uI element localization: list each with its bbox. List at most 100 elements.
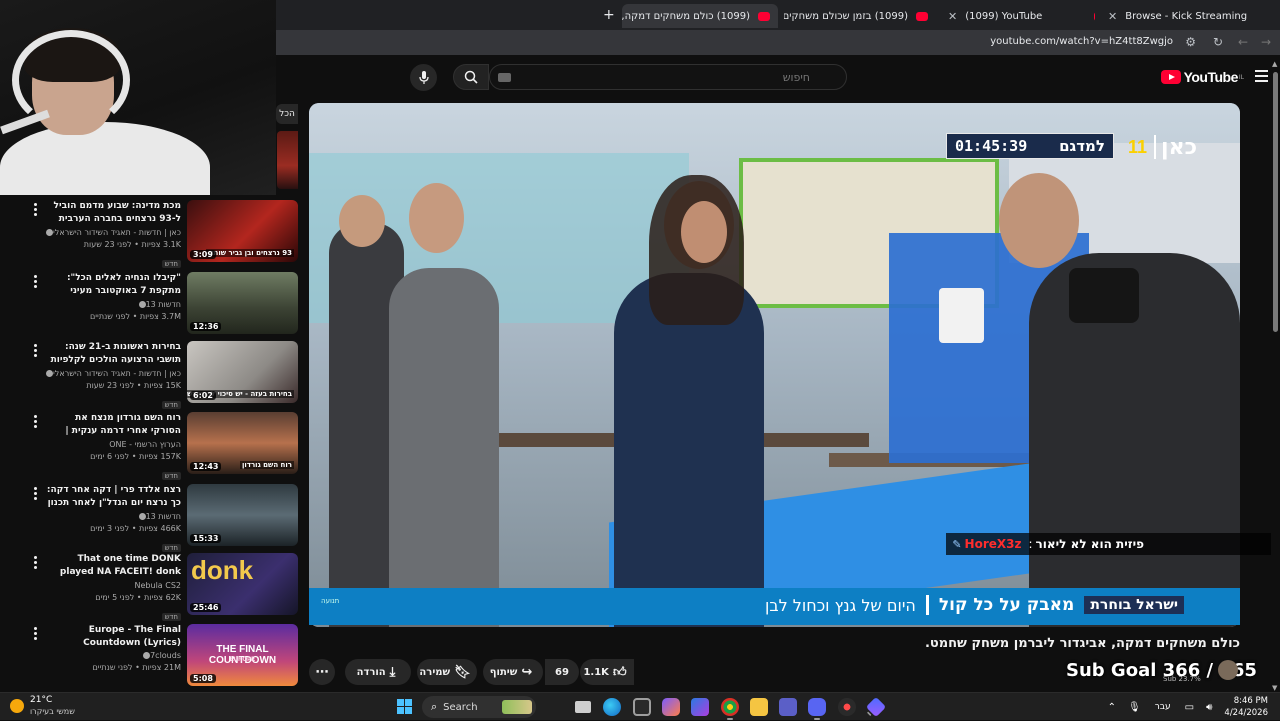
video-thumbnail[interactable]: רוח השם גורדון 12:43 — [187, 412, 298, 474]
more-options-icon[interactable] — [34, 415, 38, 428]
dislike-button[interactable]: 69 — [545, 659, 579, 685]
like-count: 1.1K — [583, 666, 609, 678]
video-thumbnail[interactable]: donk 25:46 — [187, 553, 298, 615]
verified-badge-icon — [138, 513, 146, 520]
more-options-icon[interactable] — [34, 275, 38, 288]
back-icon[interactable]: ← — [1238, 35, 1248, 49]
video-thumbnail[interactable]: 12:36 — [187, 272, 298, 334]
search-field — [489, 64, 847, 90]
chat-username: HoreX3z — [964, 537, 1022, 551]
forward-icon[interactable]: → — [1261, 35, 1271, 49]
app-diamond-icon[interactable] — [865, 696, 887, 718]
more-options-icon[interactable] — [34, 487, 38, 500]
recommendation-item[interactable]: 93 נרצחים ובן גביר שותק 3:09 מכת מדינה: שב… — [0, 200, 300, 268]
weather-widget[interactable]: 21°C שמשי בעיקרו — [10, 695, 75, 717]
recommendation-item[interactable]: 15:33 רצח אלדד פרי | דקה אחר דקה: כך נרצח… — [0, 484, 300, 552]
video-title[interactable]: רצח אלדד פרי | דקה אחר דקה: כך נרצח יום … — [44, 484, 181, 511]
chrome-icon[interactable] — [721, 698, 739, 720]
page-scrollbar[interactable]: ▲ ▼ — [1271, 60, 1280, 692]
reload-icon[interactable]: ↻ — [1213, 35, 1223, 49]
channel-name: כאן | חדשות - תאגיד השידור הישראלי — [44, 368, 181, 380]
tab-youtube-home[interactable]: ✕ (1099) YouTube — [940, 4, 1095, 28]
store-icon[interactable] — [633, 698, 651, 716]
network-icon[interactable]: ▭ — [1185, 702, 1194, 713]
recommendation-item[interactable]: THE FINAL COUNTDOWN EUROPE 5:08 Europe - Th… — [0, 624, 300, 690]
more-options-icon[interactable] — [34, 556, 38, 569]
video-title[interactable]: רוח השם גורדון מנצח את הסורקי אחרי דרמה … — [44, 412, 181, 439]
obs-icon[interactable] — [838, 698, 856, 716]
close-tab-icon[interactable]: ✕ — [1108, 10, 1117, 23]
youtube-logo[interactable]: YouTube IL — [1160, 69, 1244, 85]
like-button[interactable]: 1.1K 👍︎ — [580, 659, 634, 685]
hamburger-menu-icon[interactable] — [1255, 70, 1268, 82]
tab-youtube-video-2[interactable]: (1099) בזמן שכולם משחקים דמ ✕ — [784, 4, 936, 28]
save-button[interactable]: 🔖︎ שמירה — [417, 659, 477, 685]
scroll-down-icon[interactable]: ▼ — [1272, 684, 1277, 692]
download-button[interactable]: ⤓ הורדה — [345, 659, 411, 685]
streamer-webcam — [0, 0, 276, 195]
video-title[interactable]: "קיבלו הנחיה לאלים הכל": מתקפת 7 באוקטוב… — [44, 272, 181, 299]
video-thumbnail[interactable]: בחירות בעזה - יש סיכוי להתחדשות? 6:02 — [187, 341, 298, 403]
chevron-up-icon[interactable]: ⌃ — [1108, 702, 1116, 713]
sub-goal-detail: Sub 23.7% — [1163, 675, 1201, 683]
taskbar-search[interactable]: ⌕ Search — [422, 696, 536, 718]
recommendation-item[interactable]: 12:36 "קיבלו הנחיה לאלים הכל": מתקפת 7 בא… — [0, 272, 300, 338]
discord-icon[interactable] — [808, 698, 826, 720]
teams-icon[interactable] — [779, 698, 797, 716]
windows-taskbar: 21°C שמשי בעיקרו ⌕ Search ⌃ 🎙︎ עבר ▭ 🔊︎ … — [0, 692, 1280, 720]
video-duration: 25:46 — [190, 603, 222, 612]
lower-third-subline: היום של גנץ וכחול לבן — [765, 595, 916, 615]
search-input[interactable] — [490, 65, 846, 89]
file-explorer-icon[interactable] — [750, 698, 768, 716]
youtube-play-icon — [1160, 70, 1181, 84]
more-actions-button[interactable]: ⋯ — [309, 659, 335, 685]
video-thumbnail[interactable]: THE FINAL COUNTDOWN EUROPE 5:08 — [187, 624, 298, 686]
video-duration: 12:43 — [190, 462, 222, 471]
scrollbar-thumb[interactable] — [1273, 72, 1278, 332]
share-button[interactable]: ↪ שיתוף — [483, 659, 543, 685]
edge-icon[interactable] — [603, 698, 621, 716]
recommendation-item[interactable]: רוח השם גורדון 12:43 רוח השם גורדון מנצח א… — [0, 412, 300, 480]
video-title: כולם משחקים דמקה, אביגדור ליברמן משחק שח… — [924, 636, 1240, 651]
scroll-up-icon[interactable]: ▲ — [1272, 60, 1277, 68]
youtube-icon — [758, 11, 770, 21]
video-thumbnail[interactable]: 15:33 — [187, 484, 298, 546]
video-title[interactable]: Europe - The Final Countdown (Lyrics) — [44, 624, 181, 650]
voice-search-button[interactable] — [410, 64, 437, 91]
channel-avatar[interactable] — [1218, 660, 1238, 680]
video-thumbnail[interactable]: 93 נרצחים ובן גביר שותק 3:09 — [187, 200, 298, 262]
task-view-icon[interactable] — [575, 701, 591, 713]
countdown-label: למדגם — [1059, 137, 1105, 155]
tab-kick[interactable]: ✕ Browse - Kick Streaming — [1100, 4, 1250, 28]
microphone-icon[interactable]: 🎙︎ — [1128, 702, 1141, 713]
design-app-icon[interactable] — [691, 698, 709, 716]
close-tab-icon[interactable]: ✕ — [948, 10, 957, 23]
partial-thumbnail[interactable] — [277, 131, 298, 189]
windows-start-icon[interactable] — [397, 699, 412, 714]
url-field[interactable]: youtube.com/watch?v=hZ4tt8Zwgjo — [990, 36, 1173, 47]
video-meta: 157K צפיות • לפני 6 ימים — [90, 452, 181, 461]
more-options-icon[interactable] — [34, 344, 38, 357]
video-title[interactable]: בחירות ראשונות ב-21 שנה: תושבי הרצועה הו… — [44, 341, 181, 368]
copilot-icon[interactable] — [662, 698, 680, 716]
pencil-icon: ✎ — [952, 537, 962, 551]
tab-title: (1099) YouTube — [965, 10, 1043, 22]
lower-third-tag: ישראל בוחרת — [1084, 596, 1184, 614]
video-title[interactable]: That one time DONK played NA FACEIT! don… — [44, 553, 181, 580]
input-language[interactable]: עבר — [1155, 702, 1171, 712]
video-duration: 6:02 — [190, 391, 216, 400]
site-controls-icon[interactable]: ⚙ — [1185, 35, 1196, 49]
volume-icon[interactable]: 🔊︎ — [1206, 702, 1212, 713]
video-title[interactable]: מכת מדינה: שבוע מדמם הוביל ל-93 נרצחים ב… — [44, 200, 181, 227]
more-options-icon[interactable] — [34, 203, 38, 216]
recommendation-item[interactable]: donk 25:46 That one time DONK played NA FA… — [0, 553, 300, 621]
recommendation-item[interactable]: בחירות בעזה - יש סיכוי להתחדשות? 6:02 בחיר… — [0, 341, 300, 409]
more-options-icon[interactable] — [34, 627, 38, 640]
new-tab-button[interactable]: + — [603, 7, 615, 23]
filter-chip-all[interactable]: הכל — [276, 104, 298, 124]
taskbar-clock[interactable]: 8:46 PM 4/24/2026 — [1224, 695, 1268, 719]
countdown-overlay: למדגם 01:45:39 — [946, 133, 1114, 159]
system-tray: ⌃ 🎙︎ עבר ▭ 🔊︎ 8:46 PM 4/24/2026 — [1102, 693, 1268, 721]
tab-youtube-video-active[interactable]: (1099) כולם משחקים דמקה, אב ✕ — [622, 4, 778, 28]
search-button[interactable] — [453, 64, 489, 90]
